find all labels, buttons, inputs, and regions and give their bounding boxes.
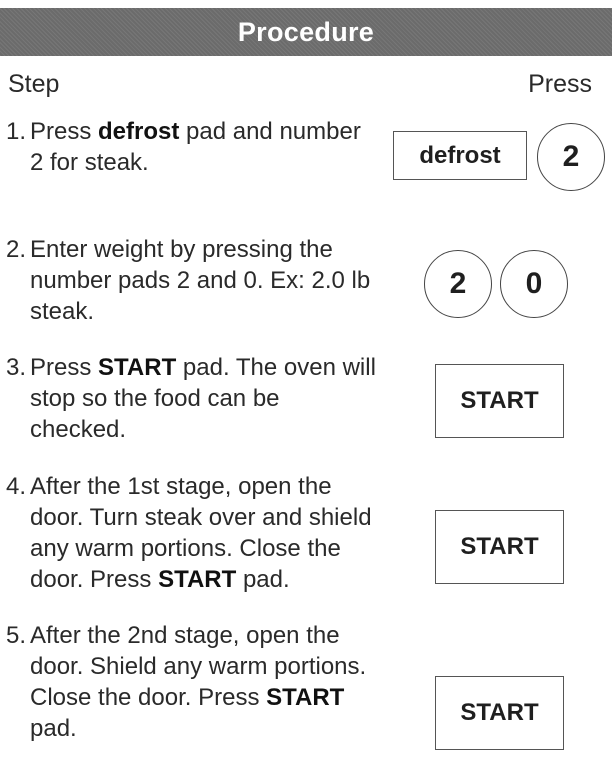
number-pad-2: 2	[424, 250, 492, 318]
step-text-part: Enter weight by pressing the number pads…	[30, 236, 371, 325]
step-number: 1.	[6, 118, 27, 145]
start-pad: START	[435, 676, 564, 750]
step-text-part: Press	[30, 354, 99, 381]
step-number: 5.	[6, 622, 27, 649]
step-column-heading: Step	[8, 70, 60, 98]
step-2-instruction: 2. Enter weight by pressing the number p…	[6, 234, 378, 327]
start-pad: START	[435, 510, 564, 584]
press-column-heading: Press	[528, 70, 592, 98]
step-5-instruction: 5. After the 2nd stage, open the door. S…	[6, 620, 378, 744]
step-number: 2.	[6, 236, 27, 263]
step-text: Press defrost pad and number 2 for steak…	[30, 116, 378, 178]
number-pad-2: 2	[537, 123, 605, 191]
step-text-emphasis: START	[266, 684, 345, 711]
procedure-header: Procedure	[0, 8, 612, 56]
step-text: Enter weight by pressing the number pads…	[30, 234, 378, 327]
step-3-instruction: 3. Press START pad. The oven will stop s…	[6, 352, 378, 445]
step-4-instruction: 4. After the 1st stage, open the door. T…	[6, 471, 378, 595]
step-text: Press START pad. The oven will stop so t…	[30, 352, 378, 445]
step-number: 3.	[6, 354, 27, 381]
step-text-part: Press	[30, 118, 99, 145]
step-text: After the 2nd stage, open the door. Shie…	[30, 620, 378, 744]
defrost-pad: defrost	[393, 131, 527, 180]
step-1-instruction: 1. Press defrost pad and number 2 for st…	[6, 116, 378, 178]
step-text-emphasis: defrost	[98, 118, 180, 145]
number-pad-0: 0	[500, 250, 568, 318]
step-text: After the 1st stage, open the door. Turn…	[30, 471, 378, 595]
step-number: 4.	[6, 473, 27, 500]
step-text-emphasis: START	[158, 566, 237, 593]
step-text-part: pad.	[30, 715, 77, 742]
step-text-emphasis: START	[98, 354, 177, 381]
start-pad: START	[435, 364, 564, 438]
step-text-part: pad.	[236, 566, 290, 593]
